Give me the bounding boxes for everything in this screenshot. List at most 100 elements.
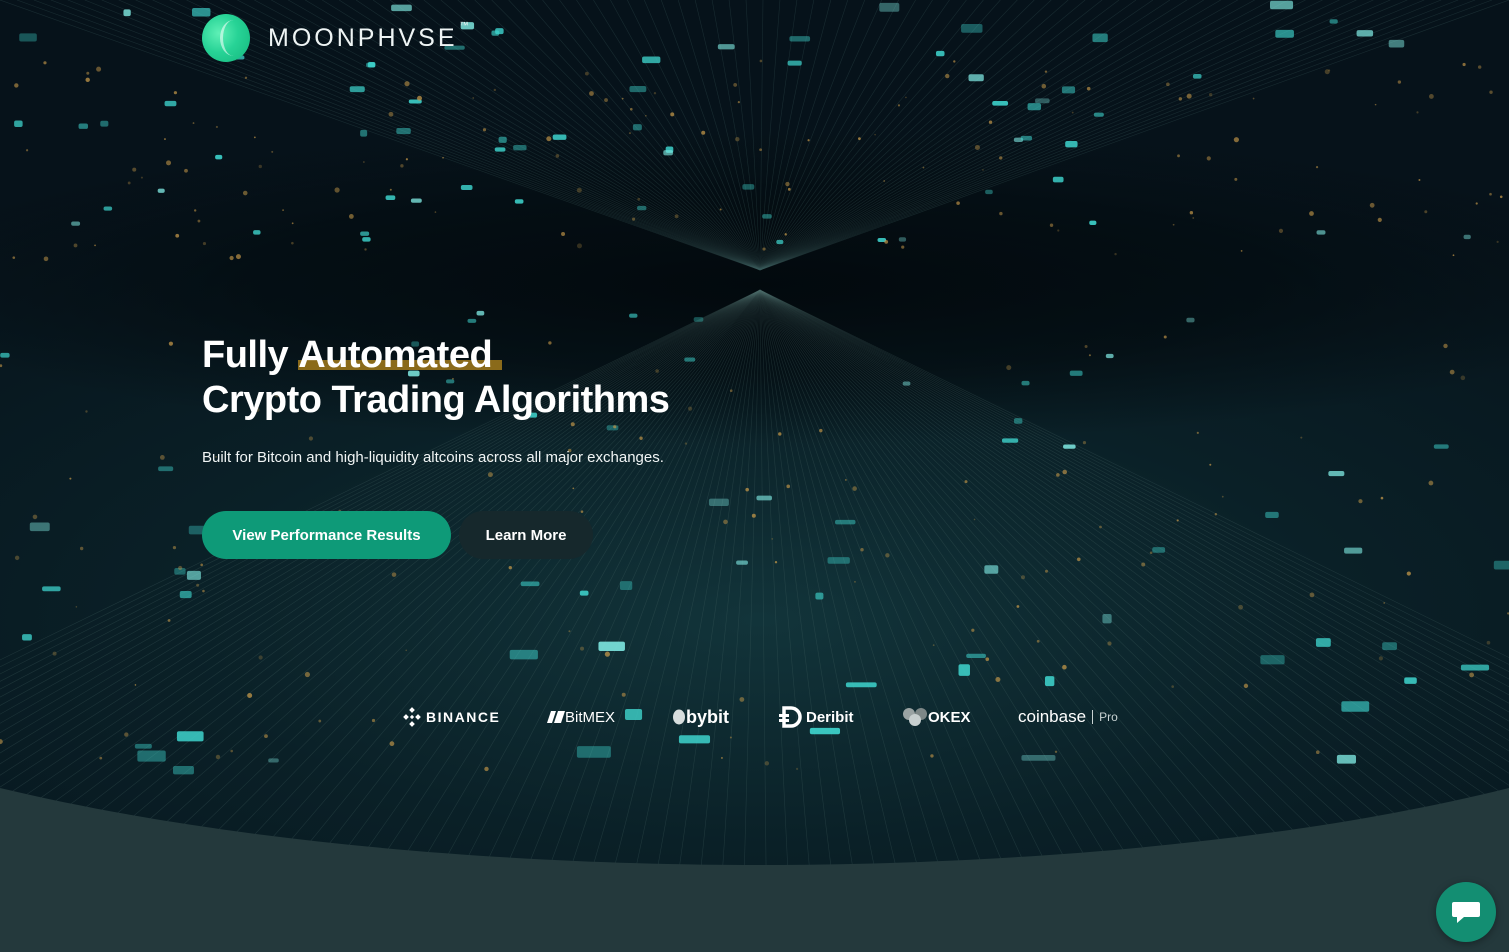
gold-speck xyxy=(584,71,589,76)
gold-speck xyxy=(1475,202,1478,205)
glow-particle xyxy=(776,239,784,245)
gold-speck xyxy=(733,83,738,87)
gold-speck xyxy=(1309,592,1315,598)
gold-speck xyxy=(1049,223,1054,227)
glow-particle xyxy=(693,317,704,322)
glow-particle xyxy=(22,634,32,641)
gold-speck xyxy=(1062,469,1068,475)
gold-speck xyxy=(202,241,207,246)
gold-speck xyxy=(69,477,72,480)
view-performance-button[interactable]: View Performance Results xyxy=(202,511,451,559)
gold-speck xyxy=(400,164,404,168)
brand-logo[interactable]: MOONPHVSE ™ xyxy=(202,14,469,62)
gold-speck xyxy=(404,81,410,87)
gold-speck xyxy=(932,644,935,647)
gold-speck xyxy=(167,619,171,622)
bybit-label: bybit xyxy=(686,706,729,727)
gold-speck xyxy=(930,754,934,758)
glow-particle xyxy=(494,147,506,152)
gold-speck xyxy=(334,187,340,193)
chat-widget-button[interactable] xyxy=(1436,882,1496,942)
gold-speck xyxy=(621,692,626,697)
gold-speck xyxy=(1324,69,1330,75)
glow-particle xyxy=(78,123,88,129)
glow-particle xyxy=(598,641,625,652)
gold-speck xyxy=(729,389,733,393)
glow-particle xyxy=(29,522,50,532)
grid-ray xyxy=(457,0,761,271)
gold-speck xyxy=(568,630,571,633)
glow-particle xyxy=(1316,230,1326,235)
gold-speck xyxy=(140,176,143,179)
glow-particle xyxy=(815,592,824,600)
glow-particle xyxy=(552,134,567,140)
gold-speck xyxy=(922,166,925,169)
glow-particle xyxy=(632,124,642,131)
grid-ray xyxy=(759,0,1408,271)
gold-speck xyxy=(778,432,782,436)
grid-ray xyxy=(759,0,916,271)
grid-ray xyxy=(759,0,1272,271)
grid-ray xyxy=(759,0,1103,271)
gold-speck xyxy=(807,139,810,142)
glow-particle xyxy=(1044,676,1055,687)
glow-particle xyxy=(391,4,412,12)
deribit-logo: Deribit xyxy=(778,706,868,728)
glow-particle xyxy=(1069,370,1083,376)
gold-speck xyxy=(1076,557,1081,562)
bottom-wave-divider xyxy=(0,788,1509,952)
learn-more-button[interactable]: Learn More xyxy=(459,511,593,559)
deribit-icon xyxy=(779,706,802,728)
gold-speck xyxy=(1233,137,1239,143)
glow-particle xyxy=(460,184,473,191)
gold-speck xyxy=(1315,750,1320,754)
glow-particle xyxy=(360,129,368,137)
glow-particle xyxy=(1102,614,1112,624)
gold-speck xyxy=(1178,97,1183,101)
gold-speck xyxy=(759,148,762,152)
gold-speck xyxy=(1206,156,1211,161)
gold-speck xyxy=(168,341,174,346)
gold-speck xyxy=(561,232,566,237)
grid-ray xyxy=(759,0,1476,271)
gold-speck xyxy=(1452,254,1455,257)
gold-speck xyxy=(202,589,205,593)
gold-speck xyxy=(73,243,78,248)
gold-speck xyxy=(442,156,444,159)
coinbase-logo: coinbase Pro xyxy=(1018,707,1128,727)
gold-speck xyxy=(1107,641,1112,646)
gold-speck xyxy=(127,181,131,185)
gold-speck xyxy=(242,190,248,196)
glow-particle xyxy=(1315,638,1331,647)
headline-line1-prefix: Fully xyxy=(202,334,299,376)
gold-speck xyxy=(1054,750,1058,754)
glow-particle xyxy=(349,86,365,93)
glow-particle xyxy=(1001,438,1019,443)
gold-speck xyxy=(852,486,857,491)
gold-speck xyxy=(94,244,96,247)
gold-speck xyxy=(964,480,968,484)
gold-speck xyxy=(197,219,201,223)
glow-particle xyxy=(1063,444,1076,449)
glow-particle xyxy=(1356,30,1374,37)
gold-speck xyxy=(1056,473,1060,477)
gold-speck xyxy=(253,136,256,139)
gold-speck xyxy=(971,628,975,632)
gold-speck xyxy=(1234,177,1238,181)
gold-speck xyxy=(719,208,722,211)
glow-particle xyxy=(637,205,647,211)
gold-speck xyxy=(184,168,188,173)
gold-speck xyxy=(580,510,584,513)
gold-speck xyxy=(759,59,763,63)
bybit-logo: bybit xyxy=(672,707,742,728)
binance-label: BINANCE xyxy=(426,709,501,725)
glow-particle xyxy=(629,313,638,318)
gold-speck xyxy=(1416,111,1419,114)
gold-speck xyxy=(25,149,29,152)
glow-particle xyxy=(678,735,711,744)
glow-particle xyxy=(958,664,970,676)
gold-speck xyxy=(235,254,241,260)
glow-particle xyxy=(789,36,811,42)
glow-particle xyxy=(902,381,911,386)
gold-speck xyxy=(215,125,219,129)
